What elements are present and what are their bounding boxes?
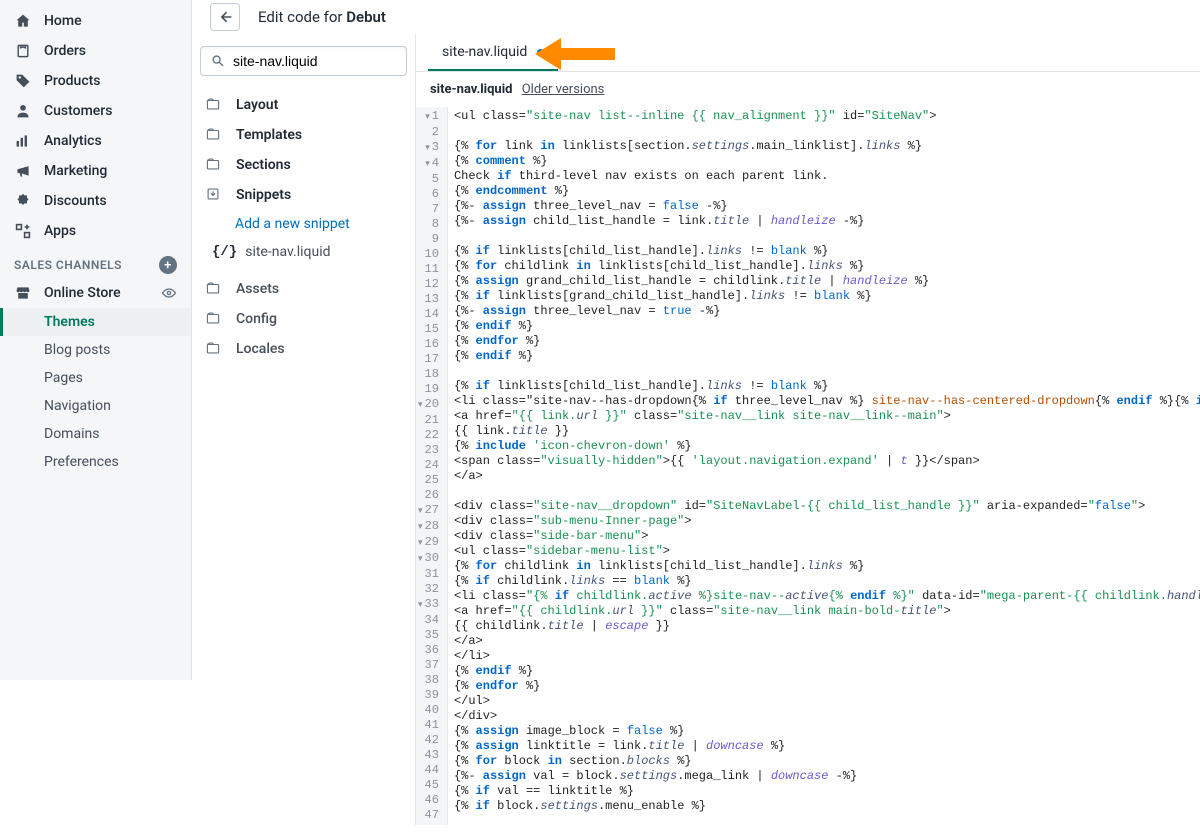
nav-discounts[interactable]: Discounts [0, 186, 191, 216]
page-title: Edit code for Debut [258, 8, 386, 26]
file-search-input[interactable] [233, 53, 373, 69]
nav-online-store[interactable]: Online Store [0, 278, 191, 308]
editor-tabs: site-nav.liquid [416, 34, 1200, 72]
view-store-icon[interactable] [161, 285, 177, 301]
download-icon [206, 187, 222, 203]
folder-templates[interactable]: Templates [200, 120, 407, 150]
nav-navigation[interactable]: Navigation [0, 392, 191, 420]
unsaved-dot-icon [537, 49, 544, 56]
nav-analytics[interactable]: Analytics [0, 126, 191, 156]
orders-icon [14, 42, 32, 60]
file-tree-panel: Layout Templates Sections Snippets Add a… [192, 34, 416, 825]
folder-label: Assets [236, 281, 279, 297]
nav-label: Products [44, 73, 101, 89]
folder-config[interactable]: Config [200, 304, 407, 334]
folder-icon [206, 281, 222, 297]
older-versions-link[interactable]: Older versions [522, 82, 605, 97]
code-content[interactable]: <ul class="site-nav list--inline {{ nav_… [448, 107, 1200, 825]
discount-icon [14, 192, 32, 210]
megaphone-icon [14, 162, 32, 180]
file-site-nav[interactable]: {/} site-nav.liquid [200, 238, 407, 266]
liquid-file-icon: {/} [212, 244, 237, 260]
sales-channels-header: SALES CHANNELS + [0, 246, 191, 278]
nav-customers[interactable]: Customers [0, 96, 191, 126]
store-icon [14, 284, 32, 302]
nav-marketing[interactable]: Marketing [0, 156, 191, 186]
nav-label: Discounts [44, 193, 107, 209]
folder-assets[interactable]: Assets [200, 274, 407, 304]
apps-icon [14, 222, 32, 240]
add-channel-button[interactable]: + [159, 256, 177, 274]
analytics-icon [14, 132, 32, 150]
nav-label: Apps [44, 223, 76, 239]
folder-icon [206, 311, 222, 327]
file-search[interactable] [200, 46, 407, 76]
file-breadcrumb: site-nav.liquid Older versions [416, 72, 1200, 107]
folder-snippets[interactable]: Snippets [200, 180, 407, 210]
folder-label: Sections [236, 157, 291, 173]
folder-icon [206, 341, 222, 357]
folder-sections[interactable]: Sections [200, 150, 407, 180]
folder-label: Config [236, 311, 277, 327]
nav-label: Orders [44, 43, 86, 59]
search-icon [211, 54, 225, 68]
nav-blog-posts[interactable]: Blog posts [0, 336, 191, 364]
tab-label: site-nav.liquid [442, 44, 527, 60]
folder-icon [206, 97, 222, 113]
home-icon [14, 12, 32, 30]
folder-icon [206, 127, 222, 143]
file-label: site-nav.liquid [245, 244, 330, 260]
nav-preferences[interactable]: Preferences [0, 448, 191, 476]
folder-label: Locales [236, 341, 285, 357]
back-button[interactable] [210, 3, 240, 31]
nav-label: Analytics [44, 133, 102, 149]
folder-layout[interactable]: Layout [200, 90, 407, 120]
folder-label: Snippets [236, 187, 291, 203]
topbar: Edit code for Debut [192, 0, 1200, 34]
admin-sidebar: Home Orders Products Customers Analytics… [0, 0, 192, 680]
nav-pages[interactable]: Pages [0, 364, 191, 392]
nav-label: Home [44, 13, 82, 29]
tag-icon [14, 72, 32, 90]
nav-label: Customers [44, 103, 112, 119]
folder-label: Layout [236, 97, 278, 113]
code-editor: site-nav.liquid site-nav.liquid Older ve… [416, 34, 1200, 825]
tab-site-nav[interactable]: site-nav.liquid [428, 35, 558, 71]
channels-label: SALES CHANNELS [14, 258, 122, 272]
code-area[interactable]: 1234567891011121314151617181920212223242… [416, 107, 1200, 825]
folder-locales[interactable]: Locales [200, 334, 407, 364]
folder-label: Templates [236, 127, 302, 143]
person-icon [14, 102, 32, 120]
main-pane: Edit code for Debut Layout Templates Sec… [192, 0, 1200, 680]
nav-label: Online Store [44, 285, 121, 301]
crumb-file: site-nav.liquid [430, 82, 512, 97]
nav-domains[interactable]: Domains [0, 420, 191, 448]
nav-home[interactable]: Home [0, 6, 191, 36]
nav-label: Marketing [44, 163, 107, 179]
add-snippet-link[interactable]: Add a new snippet [200, 210, 407, 238]
nav-orders[interactable]: Orders [0, 36, 191, 66]
nav-apps[interactable]: Apps [0, 216, 191, 246]
folder-icon [206, 157, 222, 173]
nav-products[interactable]: Products [0, 66, 191, 96]
line-gutter: 1234567891011121314151617181920212223242… [416, 107, 448, 825]
nav-themes[interactable]: Themes [0, 308, 191, 336]
